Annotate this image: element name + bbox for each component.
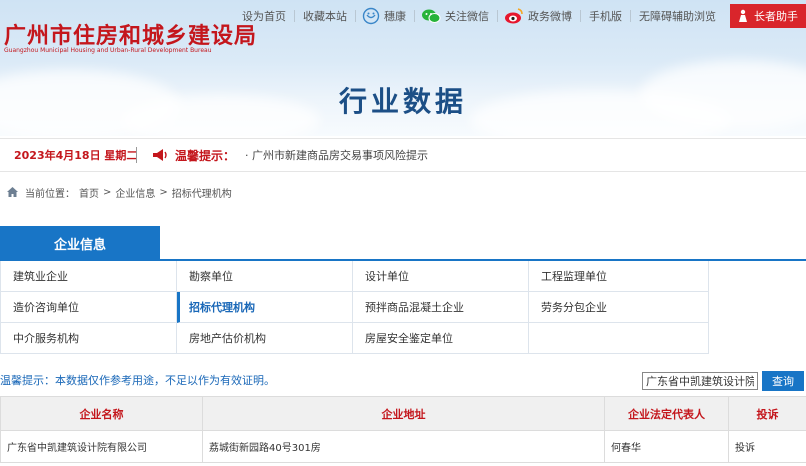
breadcrumb-prefix: 当前位置：	[25, 188, 75, 200]
breadcrumb-separator: >	[103, 186, 112, 198]
current-date: 2023年4月18日 星期二	[14, 149, 138, 162]
category-cost-consulting[interactable]: 造价咨询单位	[1, 292, 177, 323]
tab-enterprise-info[interactable]: 企业信息	[0, 226, 160, 260]
category-intermediary-service[interactable]: 中介服务机构	[1, 323, 177, 354]
breadcrumb-enterprise-info[interactable]: 企业信息	[115, 185, 155, 200]
category-real-estate-appraisal[interactable]: 房地产估价机构	[177, 323, 353, 354]
wechat-link[interactable]: 关注微信	[441, 8, 497, 24]
category-labor-subcontract[interactable]: 劳务分包企业	[529, 292, 709, 323]
bookmark-link[interactable]: 收藏本站	[295, 8, 355, 24]
table-row: 广东省中凯建筑设计院有限公司 荔城街新园路40号301房 何春华 投诉	[0, 430, 806, 463]
sui-kang-icon	[362, 7, 380, 25]
category-survey-unit[interactable]: 勘察单位	[177, 261, 353, 292]
set-home-link[interactable]: 设为首页	[234, 8, 294, 24]
breadcrumb: 当前位置： 首页 > 企业信息 > 招标代理机构	[6, 182, 236, 202]
divider	[136, 147, 137, 163]
search-button[interactable]: 查询	[762, 371, 804, 391]
divider	[497, 10, 498, 22]
category-grid: 建筑业企业 勘察单位 设计单位 工程监理单位 造价咨询单位 招标代理机构 预拌商…	[0, 261, 709, 354]
top-navigation: 设为首页 收藏本站 穗康 关注微信 政务微博 手机版 无障碍辅助浏览 长者助手	[234, 4, 806, 28]
accessibility-link[interactable]: 无障碍辅助浏览	[631, 8, 724, 24]
category-construction-enterprise[interactable]: 建筑业企业	[1, 261, 177, 292]
category-building-safety-appraisal[interactable]: 房屋安全鉴定单位	[353, 323, 529, 354]
breadcrumb-current: 招标代理机构	[171, 188, 232, 200]
divider	[355, 10, 356, 22]
cell-enterprise-address: 荔城街新园路40号301房	[202, 430, 605, 463]
category-supervision-unit[interactable]: 工程监理单位	[529, 261, 709, 292]
divider	[414, 10, 415, 22]
empty-cell	[529, 323, 709, 354]
wechat-icon	[421, 8, 441, 24]
results-table: 企业名称 企业地址 企业法定代表人 投诉 广东省中凯建筑设计院有限公司 荔城街新…	[0, 396, 806, 463]
cell-legal-representative: 何春华	[604, 430, 729, 463]
mobile-link[interactable]: 手机版	[581, 8, 630, 24]
disclaimer-tip: 温馨提示：本数据仅作参考用途，不足以作为有效证明。	[0, 374, 275, 387]
column-header-legal-rep: 企业法定代表人	[604, 396, 729, 431]
category-bidding-agency[interactable]: 招标代理机构	[177, 292, 353, 323]
site-header: 广州市住房和城乡建设局 Guangzhou Municipal Housing …	[0, 0, 806, 136]
site-title[interactable]: 广州市住房和城乡建设局	[4, 18, 257, 50]
elder-icon	[736, 9, 750, 23]
site-title-en: Guangzhou Municipal Housing and Urban-Ru…	[4, 47, 212, 54]
column-header-name: 企业名称	[0, 396, 203, 431]
speaker-icon	[151, 147, 169, 163]
sui-kang-link[interactable]: 穗康	[380, 8, 414, 24]
cell-enterprise-name[interactable]: 广东省中凯建筑设计院有限公司	[0, 430, 203, 463]
page-heading: 行业数据	[338, 85, 467, 118]
complaint-link[interactable]: 投诉	[728, 430, 806, 463]
search-input[interactable]	[642, 372, 758, 390]
elder-mode-button[interactable]: 长者助手	[730, 4, 806, 28]
column-header-complaint: 投诉	[728, 396, 806, 431]
column-header-address: 企业地址	[202, 396, 605, 431]
category-design-unit[interactable]: 设计单位	[353, 261, 529, 292]
breadcrumb-home[interactable]: 首页	[79, 185, 99, 200]
home-icon	[6, 186, 19, 198]
breadcrumb-separator: >	[159, 186, 168, 198]
notice-label: 温馨提示：	[175, 148, 236, 163]
table-header-row: 企业名称 企业地址 企业法定代表人 投诉	[0, 396, 806, 431]
weibo-link[interactable]: 政务微博	[524, 8, 580, 24]
notice-bar: 2023年4月18日 星期二 温馨提示： · 广州市新建商品房交易事项风险提示	[0, 138, 806, 172]
weibo-icon	[504, 7, 524, 25]
elder-mode-label: 长者助手	[754, 10, 798, 23]
category-ready-mixed-concrete[interactable]: 预拌商品混凝土企业	[353, 292, 529, 323]
notice-message[interactable]: · 广州市新建商品房交易事项风险提示	[245, 147, 428, 163]
